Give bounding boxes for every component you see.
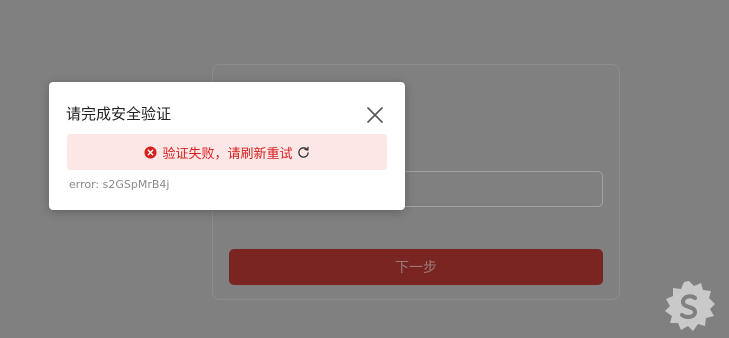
dialog-title: 请完成安全验证 (66, 105, 172, 123)
error-code: error: s2GSpMrB4j (69, 178, 170, 191)
close-icon[interactable] (365, 105, 385, 125)
verification-error-bar[interactable]: 验证失败，请刷新重试 (67, 134, 387, 170)
error-circle-icon (144, 145, 158, 159)
security-verification-dialog: 请完成安全验证 验证失败，请刷新重试 error: s2GSpMrB4j (49, 82, 405, 210)
next-button: 下一步 (229, 249, 603, 285)
error-message: 验证失败，请刷新重试 (162, 146, 293, 162)
refresh-icon[interactable] (297, 146, 310, 159)
watermark-logo (665, 281, 715, 331)
